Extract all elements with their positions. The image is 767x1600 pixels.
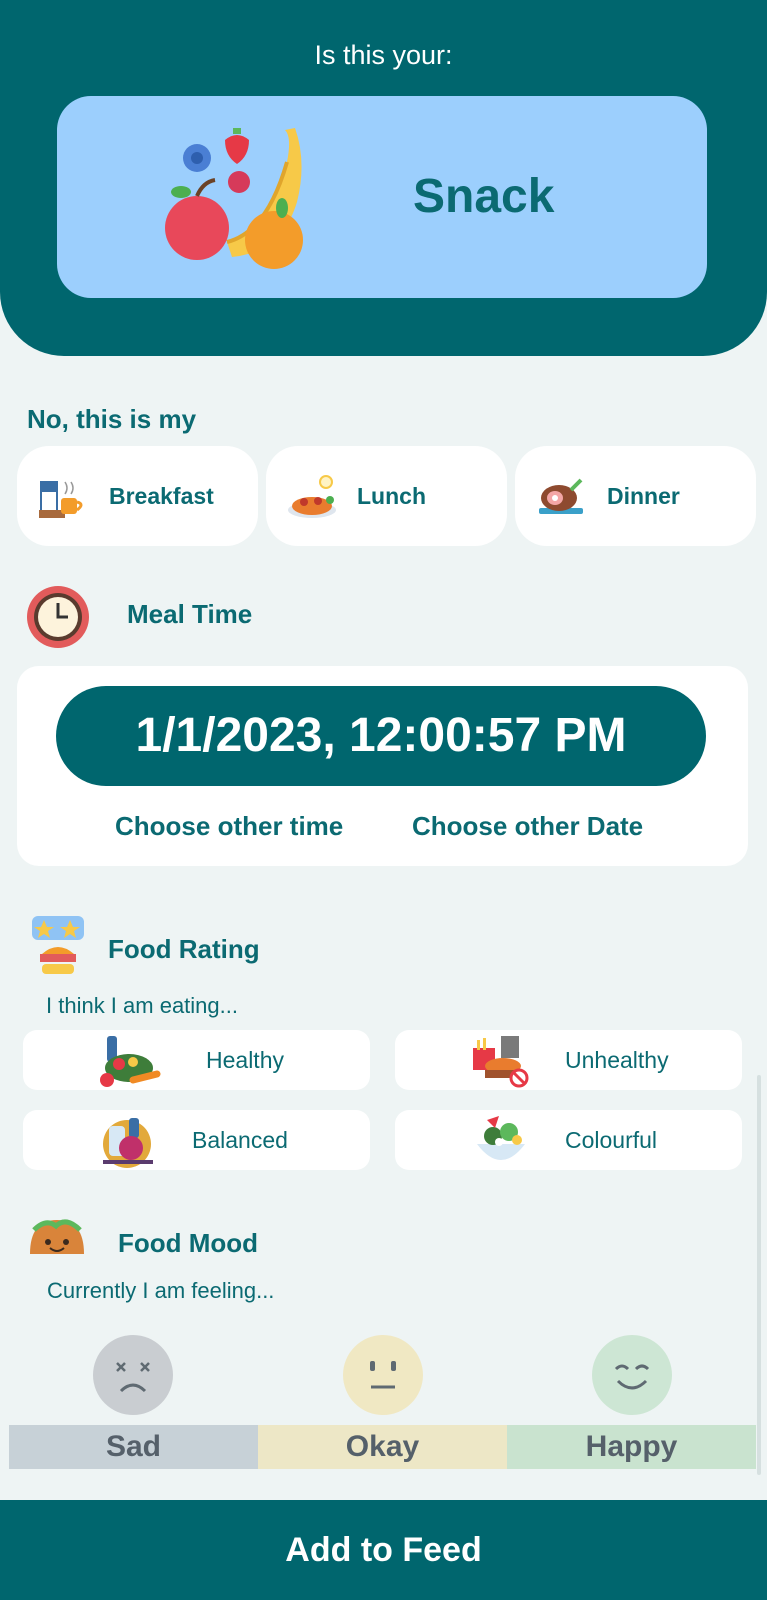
choose-other-time-button[interactable]: Choose other time: [115, 811, 343, 842]
food-mood-icon: [30, 1219, 84, 1254]
suggested-meal-card[interactable]: Snack: [57, 96, 707, 298]
rating-option-colourful[interactable]: Colourful: [395, 1110, 742, 1170]
meal-time-value[interactable]: 1/1/2023, 12:00:57 PM: [56, 686, 706, 786]
meal-time-card: 1/1/2023, 12:00:57 PM Choose other time …: [17, 666, 748, 866]
meal-option-breakfast[interactable]: Breakfast: [17, 446, 258, 546]
neutral-face-icon: [370, 1361, 396, 1389]
meal-option-dinner[interactable]: Dinner: [515, 446, 756, 546]
fruit-snack-icon: [165, 128, 303, 269]
food-mood-title: Food Mood: [118, 1228, 259, 1258]
clock-icon: [27, 586, 89, 648]
rating-option-label: Unhealthy: [565, 1047, 669, 1073]
rating-option-unhealthy[interactable]: Unhealthy: [395, 1030, 742, 1090]
header: Is this your: Snack: [0, 0, 767, 356]
mood-okay-face[interactable]: [343, 1335, 423, 1415]
food-rating-prompt: I think I am eating...: [46, 993, 238, 1018]
rating-option-healthy[interactable]: Healthy: [23, 1030, 370, 1090]
food-mood-prompt: Currently I am feeling...: [47, 1278, 275, 1303]
rating-option-label: Balanced: [192, 1127, 288, 1153]
rating-option-balanced[interactable]: Balanced: [23, 1110, 370, 1170]
alternatives-title: No, this is my: [27, 404, 197, 434]
rating-option-label: Healthy: [206, 1047, 284, 1073]
meal-time-title: Meal Time: [127, 599, 253, 629]
mood-happy-face[interactable]: [592, 1335, 672, 1415]
scrollbar[interactable]: [757, 1075, 761, 1475]
meal-option-label: Lunch: [357, 483, 426, 509]
mood-happy-button[interactable]: Happy: [507, 1425, 756, 1469]
food-rating-title: Food Rating: [108, 934, 260, 964]
breakfast-icon: [39, 481, 83, 518]
dinner-icon: [539, 478, 583, 514]
mood-okay-button[interactable]: Okay: [258, 1425, 507, 1469]
food-rating-icon: [32, 916, 84, 974]
suggested-meal-label: Snack: [413, 170, 555, 223]
rating-option-label: Colourful: [565, 1127, 658, 1153]
add-to-feed-button[interactable]: Add to Feed: [0, 1500, 767, 1600]
sad-face-icon: [116, 1362, 150, 1393]
happy-face-icon: [614, 1364, 650, 1390]
mood-sad-button[interactable]: Sad: [9, 1425, 258, 1469]
mood-sad-face[interactable]: [93, 1335, 173, 1415]
meal-option-label: Breakfast: [109, 483, 214, 509]
choose-other-date-button[interactable]: Choose other Date: [412, 811, 643, 842]
colourful-food-icon: [477, 1116, 525, 1160]
unhealthy-food-icon: [473, 1036, 529, 1088]
header-question: Is this your:: [314, 40, 453, 70]
meal-option-lunch[interactable]: Lunch: [266, 446, 507, 546]
meal-option-label: Dinner: [607, 483, 680, 509]
balanced-food-icon: [103, 1118, 153, 1168]
lunch-icon: [288, 475, 336, 518]
healthy-food-icon: [100, 1036, 161, 1087]
